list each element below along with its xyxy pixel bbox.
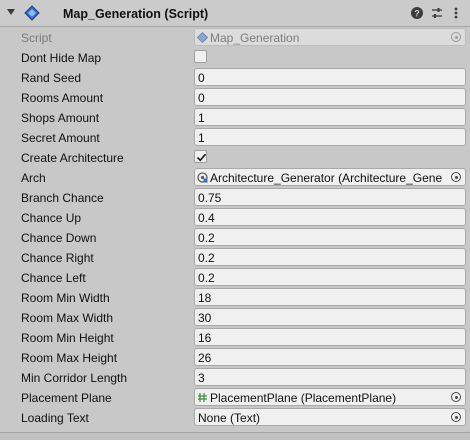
script-object-field: Map_Generation (194, 28, 466, 46)
field-label-chance-up: Chance Up (21, 211, 82, 225)
field-row-secret-amount: Secret Amount 1 (0, 127, 470, 147)
room-min-width-value: 18 (198, 291, 212, 305)
script-value: Map_Generation (210, 31, 300, 45)
branch-chance-input[interactable]: 0.75 (194, 188, 466, 206)
checkmark-icon (196, 153, 207, 162)
context-menu-icon[interactable] (449, 6, 463, 20)
min-corridor-length-input[interactable]: 3 (194, 368, 466, 386)
chance-down-input[interactable]: 0.2 (194, 228, 466, 246)
field-row-branch-chance: Branch Chance 0.75 (0, 187, 470, 207)
field-row-script: Script Map_Generation (0, 27, 470, 47)
field-row-chance-left: Chance Left 0.2 (0, 267, 470, 287)
room-min-height-value: 16 (198, 331, 212, 345)
foldout-arrow-icon[interactable] (7, 9, 15, 15)
room-min-height-input[interactable]: 16 (194, 328, 466, 346)
chance-right-value: 0.2 (198, 251, 215, 265)
placement-plane-value: PlacementPlane (PlacementPlane) (210, 391, 397, 405)
transform-icon (198, 393, 207, 402)
field-label-chance-down: Chance Down (21, 231, 97, 245)
rooms-amount-input[interactable]: 0 (194, 88, 466, 106)
field-label-room-max-height: Room Max Height (21, 351, 118, 365)
field-label-room-max-width: Room Max Width (21, 311, 114, 325)
branch-chance-value: 0.75 (198, 191, 222, 205)
field-label-min-corridor-length: Min Corridor Length (21, 371, 128, 385)
field-label-rand-seed: Rand Seed (21, 71, 82, 85)
field-row-chance-up: Chance Up 0.4 (0, 207, 470, 227)
field-row-room-max-height: Room Max Height 26 (0, 347, 470, 367)
field-label-room-min-width: Room Min Width (21, 291, 110, 305)
arch-object-field[interactable]: Architecture_Generator (Architecture_Gen… (194, 168, 466, 186)
field-row-min-corridor-length: Min Corridor Length 3 (0, 367, 470, 387)
loading-text-value: None (Text) (198, 411, 261, 425)
script-icon (197, 32, 208, 43)
field-label-rooms-amount: Rooms Amount (21, 91, 104, 105)
inspector-panel: Map_Generation (Script) ? Script Map_Gen… (0, 0, 470, 440)
field-row-shops-amount: Shops Amount 1 (0, 107, 470, 127)
field-label-script: Script (21, 31, 52, 45)
field-label-chance-right: Chance Right (21, 251, 94, 265)
rooms-amount-value: 0 (198, 91, 205, 105)
field-row-dont-hide-map: Dont Hide Map (0, 47, 470, 67)
inspector-footer (0, 433, 470, 440)
field-row-create-architecture: Create Architecture (0, 147, 470, 167)
component-header[interactable]: Map_Generation (Script) ? (0, 0, 470, 27)
placement-plane-object-field[interactable]: PlacementPlane (PlacementPlane) (194, 388, 466, 406)
room-min-width-input[interactable]: 18 (194, 288, 466, 306)
field-label-branch-chance: Branch Chance (21, 191, 104, 205)
field-label-chance-left: Chance Left (21, 271, 86, 285)
field-row-rooms-amount: Rooms Amount 0 (0, 87, 470, 107)
field-label-arch: Arch (21, 171, 46, 185)
script-icon (24, 5, 40, 21)
field-label-shops-amount: Shops Amount (21, 111, 100, 125)
secret-amount-value: 1 (198, 131, 205, 145)
field-row-rand-seed: Rand Seed 0 (0, 67, 470, 87)
rand-seed-value: 0 (198, 71, 205, 85)
secret-amount-input[interactable]: 1 (194, 128, 466, 146)
dont-hide-map-checkbox[interactable] (194, 50, 207, 63)
field-row-placement-plane: Placement Plane PlacementPlane (Placemen… (0, 387, 470, 407)
field-row-chance-right: Chance Right 0.2 (0, 247, 470, 267)
field-row-arch: Arch Architecture_Generator (Architectur… (0, 167, 470, 187)
field-row-room-max-width: Room Max Width 30 (0, 307, 470, 327)
field-row-room-min-height: Room Min Height 16 (0, 327, 470, 347)
shops-amount-value: 1 (198, 111, 205, 125)
object-picker-icon[interactable] (451, 172, 461, 182)
chance-left-input[interactable]: 0.2 (194, 268, 466, 286)
arch-value: Architecture_Generator (Architecture_Gen… (210, 171, 443, 185)
shops-amount-input[interactable]: 1 (194, 108, 466, 126)
room-max-height-value: 26 (198, 351, 212, 365)
chance-right-input[interactable]: 0.2 (194, 248, 466, 266)
presets-icon[interactable] (430, 6, 444, 20)
field-row-room-min-width: Room Min Width 18 (0, 287, 470, 307)
field-row-loading-text: Loading Text None (Text) (0, 407, 470, 427)
field-label-dont-hide-map: Dont Hide Map (21, 51, 102, 65)
min-corridor-length-value: 3 (198, 371, 205, 385)
rand-seed-input[interactable]: 0 (194, 68, 466, 86)
help-icon[interactable]: ? (410, 6, 424, 20)
room-max-width-input[interactable]: 30 (194, 308, 466, 326)
svg-text:?: ? (414, 9, 420, 19)
chance-left-value: 0.2 (198, 271, 215, 285)
chance-down-value: 0.2 (198, 231, 215, 245)
component-title: Map_Generation (Script) (63, 7, 209, 21)
field-label-secret-amount: Secret Amount (21, 131, 100, 145)
field-label-room-min-height: Room Min Height (21, 331, 114, 345)
field-label-create-architecture: Create Architecture (21, 151, 124, 165)
field-label-loading-text: Loading Text (21, 411, 89, 425)
chance-up-value: 0.4 (198, 211, 215, 225)
field-row-chance-down: Chance Down 0.2 (0, 227, 470, 247)
create-architecture-checkbox[interactable] (194, 150, 207, 163)
script-component-icon (197, 172, 208, 183)
field-label-placement-plane: Placement Plane (21, 391, 112, 405)
object-picker-icon[interactable] (451, 392, 461, 402)
chance-up-input[interactable]: 0.4 (194, 208, 466, 226)
object-picker-icon (451, 32, 461, 42)
room-max-height-input[interactable]: 26 (194, 348, 466, 366)
loading-text-object-field[interactable]: None (Text) (194, 408, 466, 426)
room-max-width-value: 30 (198, 311, 212, 325)
object-picker-icon[interactable] (451, 412, 461, 422)
